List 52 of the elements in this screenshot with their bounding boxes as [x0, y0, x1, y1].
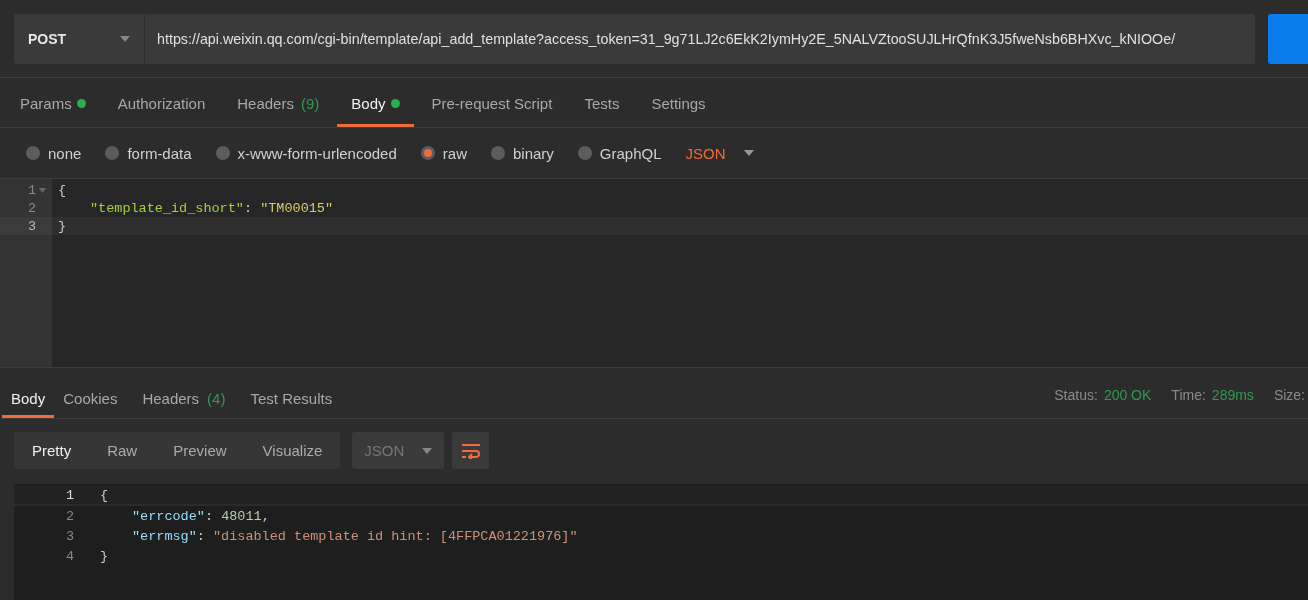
line-number: 1	[27, 182, 36, 198]
line-number: 4	[64, 548, 74, 564]
response-tab[interactable]: Body	[2, 380, 55, 418]
line-number: 3	[64, 528, 74, 544]
view-mode-button[interactable]: Visualize	[244, 432, 341, 469]
format-dropdown[interactable]: JSON	[685, 144, 754, 162]
code-line: {	[100, 487, 109, 503]
request-tab[interactable]: Settings	[637, 78, 720, 127]
body-type-radio[interactable]: x-www-form-urlencoded	[215, 144, 397, 162]
request-tab[interactable]: Pre-request Script	[417, 78, 567, 127]
method-select[interactable]: POST	[14, 13, 145, 64]
code-line: }	[100, 548, 109, 564]
body-type-radio[interactable]: form-data	[105, 144, 192, 162]
request-tab[interactable]: Tests	[570, 78, 634, 127]
body-type-radio[interactable]: GraphQL	[577, 144, 662, 162]
caret-icon	[120, 35, 130, 42]
response-tab[interactable]: Headers (4)	[133, 380, 236, 418]
send-button[interactable]	[1268, 13, 1308, 64]
status-value: 289ms	[1211, 387, 1254, 403]
line-number: 1	[64, 487, 74, 503]
code-line: "errmsg": "disabled template id hint: [4FFPCA01221976]"	[131, 528, 578, 544]
request-tab[interactable]: Body	[337, 78, 414, 127]
status-label: Size:	[1273, 387, 1305, 403]
wrap-lines-button[interactable]	[452, 432, 490, 469]
response-tab[interactable]: Cookies	[54, 380, 128, 418]
request-tab[interactable]: Params	[6, 78, 100, 127]
body-type-radio[interactable]: binary	[490, 144, 554, 162]
code-line: {	[58, 182, 67, 198]
request-tab[interactable]: Authorization	[103, 78, 220, 127]
view-mode-button[interactable]: Pretty	[14, 432, 90, 469]
code-line: "template_id_short": "TM00015"	[89, 200, 334, 216]
response-tab[interactable]: Test Results	[241, 380, 343, 418]
body-type-radio[interactable]: raw	[420, 144, 467, 162]
url-field[interactable]: https://api.weixin.qq.com/cgi-bin/template/api_add_template?access_token=31_9g71LJ2c6EkK2IymHy2E_5NALVZtooSUJLHrQfnK3J5fweNsb6BHXvc_kNIOOe/	[145, 13, 1255, 64]
status-dot	[390, 98, 400, 108]
code-line: }	[58, 218, 67, 234]
line-number: 2	[64, 508, 74, 524]
code-line: "errcode": 48011,	[131, 508, 270, 524]
wrap-icon	[460, 442, 481, 459]
fold-icon[interactable]	[39, 187, 46, 193]
view-mode-button[interactable]: Raw	[89, 432, 156, 469]
status-dot	[76, 98, 86, 108]
status-label: Time:	[1171, 387, 1206, 403]
caret-icon	[422, 447, 433, 454]
request-tab[interactable]: Headers (9)	[223, 78, 334, 127]
line-number: 2	[27, 200, 36, 216]
status-value: 200 OK	[1103, 387, 1152, 403]
line-number: 3	[27, 218, 36, 234]
body-type-radio[interactable]: none	[26, 144, 82, 162]
status-label: Status:	[1054, 387, 1098, 403]
caret-icon	[743, 150, 754, 156]
view-mode-button[interactable]: Preview	[155, 432, 245, 469]
